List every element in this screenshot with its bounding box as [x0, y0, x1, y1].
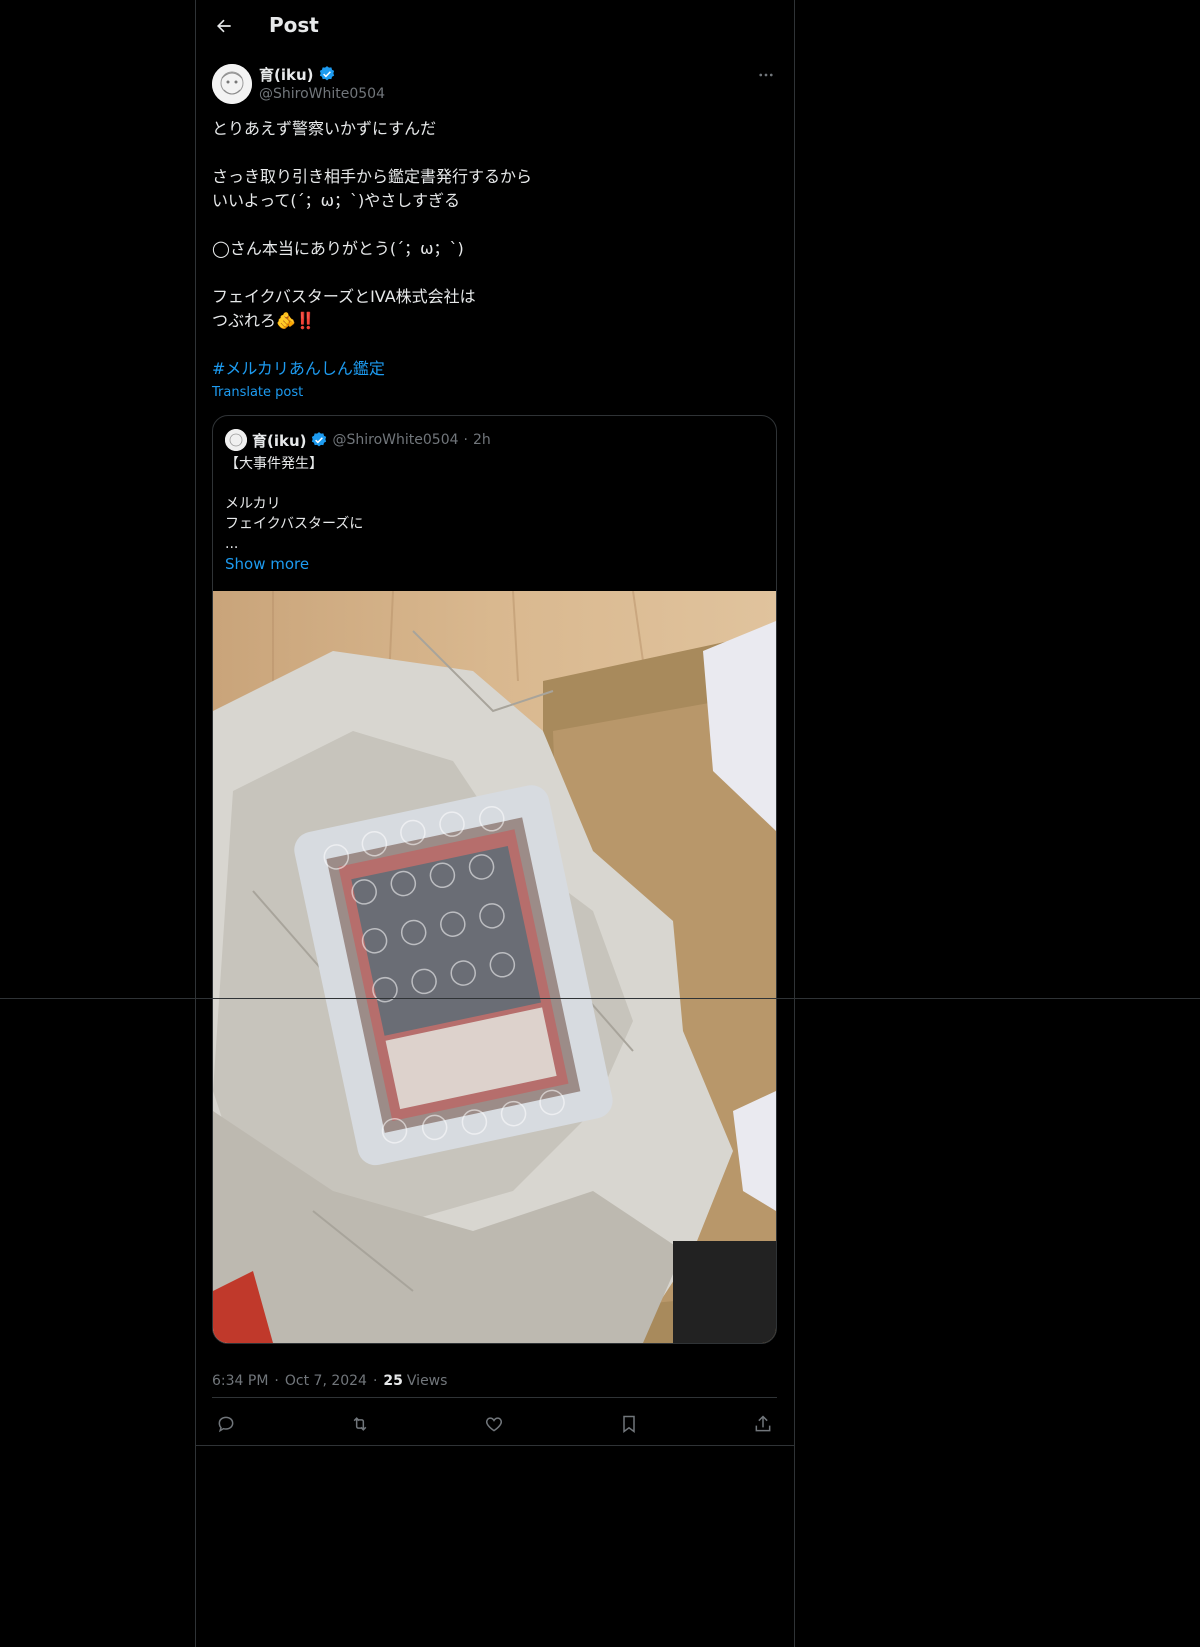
- divider: [212, 1397, 777, 1398]
- author-handle[interactable]: @ShiroWhite0504: [259, 86, 385, 102]
- quoted-avatar: [225, 429, 247, 451]
- quoted-photo[interactable]: [213, 591, 776, 1343]
- quoted-author-handle: @ShiroWhite0504: [332, 432, 459, 448]
- show-more-link[interactable]: Show more: [225, 554, 363, 574]
- hashtag-link[interactable]: #メルカリあんしん鑑定: [212, 359, 385, 378]
- post: 育(iku) @ShiroWhite0504 とりあえず警察いかずにすんだ さっ…: [196, 64, 794, 1446]
- quoted-post-text: 【大事件発生】 メルカリ フェイクバスターズに ... Show more: [225, 454, 363, 574]
- translate-post-link[interactable]: Translate post: [212, 385, 303, 400]
- separator-dot: ·: [372, 1373, 378, 1389]
- more-icon: [759, 73, 773, 77]
- post-time[interactable]: 6:34 PM: [212, 1373, 268, 1389]
- reply-button[interactable]: [212, 1410, 240, 1438]
- quoted-time: 2h: [472, 432, 491, 448]
- post-text-line: つぶれろ🫵‼️: [212, 311, 316, 330]
- quoted-text-line: メルカリ: [225, 496, 281, 512]
- avatar[interactable]: [212, 64, 252, 104]
- post-text-line: フェイクバスターズとIVA株式会社は: [212, 287, 476, 306]
- quoted-author-name: 育(iku): [252, 431, 307, 450]
- post-text-line: [212, 333, 777, 357]
- heart-icon: [485, 1417, 503, 1432]
- verified-badge-icon: [319, 66, 334, 81]
- quoted-text-line: [225, 474, 363, 494]
- divider: [0, 998, 1200, 999]
- post-text-line: [212, 261, 777, 285]
- post-author: 育(iku) @ShiroWhite0504: [212, 64, 777, 106]
- repost-icon: [353, 1417, 367, 1431]
- verified-badge-icon: [311, 432, 326, 447]
- divider: [196, 1445, 794, 1446]
- post-text-line: ◯さん本当にありがとう(´；ω；`): [212, 239, 464, 258]
- post-date[interactable]: Oct 7, 2024: [285, 1373, 367, 1389]
- post-text: とりあえず警察いかずにすんだ さっき取り引き相手から鑑定書発行するから いいよっ…: [212, 117, 777, 381]
- post-text-line: [212, 213, 777, 237]
- share-icon: [755, 1415, 771, 1432]
- author-name[interactable]: 育(iku): [259, 64, 314, 85]
- arrow-left-icon: [217, 19, 231, 33]
- post-text-line: いいよって(´；ω；`)やさしすぎる: [212, 191, 460, 210]
- page-title: Post: [269, 13, 319, 37]
- post-meta: 6:34 PM · Oct 7, 2024 · 25 Views: [212, 1371, 447, 1391]
- quoted-text-line: フェイクバスターズに: [225, 516, 364, 532]
- like-button[interactable]: [480, 1410, 508, 1438]
- views-label: Views: [406, 1373, 448, 1389]
- back-button[interactable]: [210, 12, 238, 40]
- share-button[interactable]: [749, 1410, 777, 1438]
- separator-dot: ·: [463, 432, 468, 448]
- bookmark-button[interactable]: [615, 1410, 643, 1438]
- post-actions: [212, 1410, 777, 1440]
- page-header: Post: [196, 0, 794, 53]
- quoted-text-line: 【大事件発生】: [225, 456, 323, 472]
- post-text-line: [212, 141, 777, 165]
- main-column: Post 育(iku) @ShiroWhite0504 とりあえず警察いかずにす…: [195, 0, 795, 1647]
- separator-dot: ·: [274, 1373, 279, 1389]
- repost-button[interactable]: [346, 1410, 374, 1438]
- reply-icon: [218, 1416, 234, 1433]
- bookmark-icon: [623, 1415, 635, 1433]
- post-text-line: とりあえず警察いかずにすんだ: [212, 119, 437, 138]
- post-text-line: さっき取り引き相手から鑑定書発行するから: [212, 167, 533, 186]
- quoted-text-line: ...: [225, 536, 239, 552]
- quoted-post[interactable]: 育(iku) @ShiroWhite0504 · 2h 【大事件発生】 メルカリ…: [212, 415, 777, 1344]
- avatar-image: [212, 64, 252, 104]
- views-count: 25: [383, 1373, 403, 1389]
- quoted-post-header: 育(iku) @ShiroWhite0504 · 2h: [225, 428, 491, 452]
- more-button[interactable]: [755, 64, 777, 86]
